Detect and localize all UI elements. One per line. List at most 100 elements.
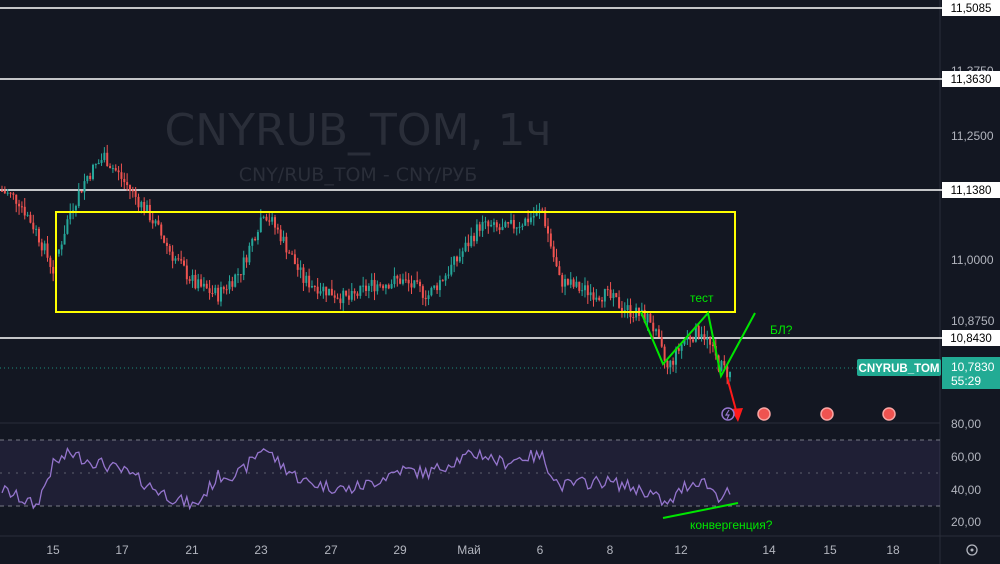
candle-body <box>259 217 262 233</box>
candle-body <box>521 225 524 227</box>
candle-body <box>80 190 83 193</box>
candle-body <box>359 285 362 296</box>
annotation-convergence[interactable]: конвергенция? <box>690 518 773 532</box>
candle-body <box>89 175 92 180</box>
candle-body <box>689 336 692 340</box>
candle-body <box>268 220 271 222</box>
level-label: 10,8430 <box>950 333 992 345</box>
candle-body <box>552 246 555 258</box>
candle-body <box>126 182 129 186</box>
watermark-subtitle: CNY/RUB_TOM - CNY/РУБ <box>239 164 478 186</box>
range-box[interactable] <box>55 211 736 313</box>
candle-body <box>123 178 126 183</box>
candle-body <box>441 280 444 282</box>
candle-body <box>111 168 114 170</box>
candle-body <box>433 285 436 288</box>
candle-body <box>333 295 336 298</box>
candle-body <box>328 288 331 296</box>
event-marker-lightning[interactable] <box>721 407 735 421</box>
candle-body <box>646 313 649 323</box>
pattern-zigzag[interactable] <box>640 310 756 379</box>
candle-body <box>703 334 706 340</box>
candle-body <box>208 288 211 293</box>
event-marker-red-dot[interactable] <box>882 407 896 421</box>
candle-body <box>424 297 427 300</box>
candle-body <box>336 297 339 299</box>
current-price-label[interactable]: 10,7830 55:29 <box>942 357 1000 389</box>
candle-body <box>524 218 527 226</box>
candle-body <box>319 291 322 294</box>
candle-body <box>618 297 621 308</box>
candle-body <box>458 256 461 262</box>
candle-body <box>237 274 240 276</box>
candle-body <box>475 224 478 242</box>
candle-body <box>342 290 345 304</box>
candle-body <box>404 279 407 281</box>
candle-body <box>450 264 453 275</box>
candle-body <box>723 361 726 366</box>
candle-body <box>322 286 325 292</box>
candle-body <box>566 278 569 285</box>
time-label: Май <box>457 543 481 557</box>
candle-body <box>572 279 575 287</box>
candle-body <box>601 299 604 302</box>
candle-body <box>603 289 606 302</box>
candle-body <box>632 317 635 319</box>
candle-body <box>316 286 319 294</box>
candle-body <box>251 238 254 246</box>
candle-body <box>547 226 549 234</box>
candle-body <box>680 344 683 351</box>
candle-body <box>510 219 513 224</box>
level-label: 11,3630 <box>951 74 992 86</box>
rsi-tick-60: 60,00 <box>951 450 981 464</box>
candle-body <box>291 253 294 255</box>
candle-body <box>393 275 396 285</box>
candle-body <box>430 287 433 296</box>
candle-body <box>293 254 296 265</box>
candle-body <box>109 166 112 169</box>
candle-body <box>623 310 626 312</box>
level-11-1380[interactable]: 11,1380 <box>0 182 1000 198</box>
candle-body <box>171 251 174 261</box>
candle-body <box>134 190 137 197</box>
candle-body <box>379 284 382 286</box>
candle-body <box>350 290 353 300</box>
annotation-bl[interactable]: БЛ? <box>770 323 793 337</box>
candle-body <box>495 222 498 228</box>
candle-body <box>248 245 251 263</box>
annotation-test[interactable]: тест <box>690 291 714 305</box>
candle-body <box>174 258 177 261</box>
candle-body <box>413 280 416 288</box>
chart-canvas[interactable]: CNYRUB_TOM, 1ч CNY/RUB_TOM - CNY/РУБ 11,… <box>0 0 1000 564</box>
candle-body <box>598 297 601 300</box>
candle-body <box>3 190 6 194</box>
candle-body <box>470 235 473 247</box>
candle-body <box>538 209 541 211</box>
level-10-8430[interactable]: 10,8430 <box>0 330 1000 346</box>
candle-body <box>578 281 581 291</box>
candle-body <box>225 289 228 291</box>
candle-body <box>498 227 501 230</box>
symbol-tag-text: CNYRUB_TOM <box>859 363 940 375</box>
settings-icon[interactable] <box>966 544 978 556</box>
candle-body <box>245 257 248 263</box>
symbol-price-tag[interactable]: CNYRUB_TOM <box>857 359 941 376</box>
time-label: 27 <box>324 543 338 557</box>
event-marker-red-dot[interactable] <box>820 407 834 421</box>
candle-body <box>262 216 265 218</box>
candle-body <box>308 275 311 288</box>
level-11-3630[interactable]: 11,3630 <box>0 71 1000 87</box>
time-label: 17 <box>115 543 129 557</box>
candle-body <box>40 242 43 251</box>
candle-body <box>626 305 629 311</box>
time-label: 12 <box>674 543 688 557</box>
candle-body <box>365 285 367 291</box>
candle-body <box>490 224 493 227</box>
candle-body <box>362 285 365 287</box>
candle-body <box>202 283 205 287</box>
level-11-5085[interactable]: 11,5085 <box>0 0 1000 16</box>
candle-body <box>157 220 160 225</box>
event-marker-red-dot[interactable] <box>757 407 771 421</box>
candle-body <box>575 281 578 287</box>
candle-body <box>652 322 655 332</box>
